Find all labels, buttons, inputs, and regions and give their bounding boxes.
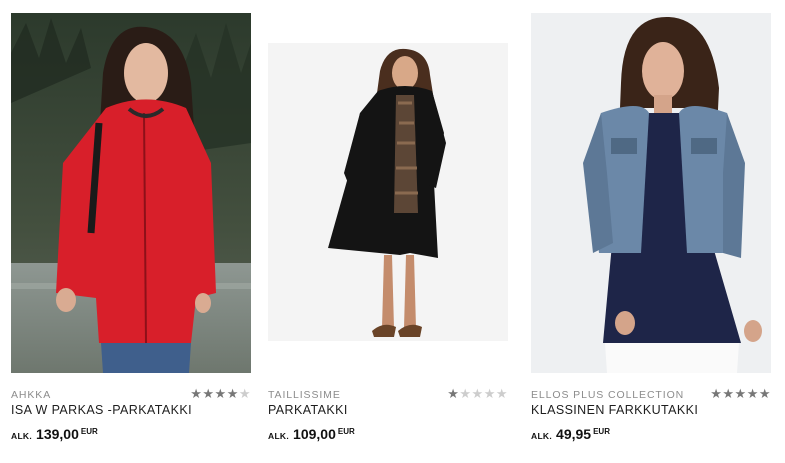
star-icon: ★ bbox=[226, 387, 239, 402]
product-rating: ★★★★★ bbox=[190, 387, 251, 403]
star-icon: ★ bbox=[214, 387, 227, 402]
product-image[interactable] bbox=[11, 13, 251, 373]
price-prefix: ALK. bbox=[531, 431, 553, 441]
price-amount: 139,00 bbox=[36, 426, 79, 442]
product-card[interactable]: ELLOS PLUS COLLECTION ★★★★★ KLASSINEN FA… bbox=[531, 0, 776, 463]
star-icon: ★ bbox=[746, 387, 759, 402]
price-amount: 109,00 bbox=[293, 426, 336, 442]
star-icon: ★ bbox=[734, 387, 747, 402]
star-icon: ★ bbox=[447, 387, 460, 402]
star-empty-icon: ★ bbox=[459, 387, 472, 402]
star-empty-icon: ★ bbox=[471, 387, 484, 402]
product-name[interactable]: PARKATAKKI bbox=[268, 403, 348, 417]
star-icon: ★ bbox=[202, 387, 215, 402]
star-empty-icon: ★ bbox=[495, 387, 508, 402]
price-currency: EUR bbox=[80, 427, 98, 436]
product-rating: ★★★★★ bbox=[710, 387, 771, 403]
product-card[interactable]: AHKKA ★★★★★ ISA W PARKAS -PARKATAKKI ALK… bbox=[11, 0, 256, 463]
product-photo-denim-jacket bbox=[531, 13, 771, 373]
price-prefix: ALK. bbox=[268, 431, 290, 441]
star-icon: ★ bbox=[710, 387, 723, 402]
star-icon: ★ bbox=[722, 387, 735, 402]
price-amount: 49,95 bbox=[556, 426, 592, 442]
product-photo-red-parka bbox=[11, 13, 251, 373]
star-icon: ★ bbox=[758, 387, 771, 402]
product-brand[interactable]: TAILLISSIME bbox=[268, 389, 341, 401]
price-currency: EUR bbox=[593, 427, 610, 436]
product-brand[interactable]: ELLOS PLUS COLLECTION bbox=[531, 389, 684, 401]
product-card[interactable]: TAILLISSIME ★★★★★ PARKATAKKI ALK. 109,00 E… bbox=[268, 0, 513, 463]
product-image[interactable] bbox=[268, 43, 508, 341]
star-icon: ★ bbox=[190, 387, 203, 402]
product-price: ALK. 139,00 EUR bbox=[11, 426, 98, 444]
star-empty-icon: ★ bbox=[238, 387, 251, 402]
product-price: ALK. 49,95 EUR bbox=[531, 426, 610, 444]
star-empty-icon: ★ bbox=[483, 387, 496, 402]
product-image[interactable] bbox=[531, 13, 771, 373]
price-prefix: ALK. bbox=[11, 431, 33, 441]
product-photo-black-parka bbox=[268, 43, 508, 341]
product-brand[interactable]: AHKKA bbox=[11, 389, 51, 401]
price-currency: EUR bbox=[337, 427, 355, 436]
product-rating: ★★★★★ bbox=[447, 387, 508, 403]
product-name[interactable]: KLASSINEN FARKKUTAKKI bbox=[531, 403, 698, 417]
product-name[interactable]: ISA W PARKAS -PARKATAKKI bbox=[11, 403, 192, 417]
product-price: ALK. 109,00 EUR bbox=[268, 426, 355, 444]
